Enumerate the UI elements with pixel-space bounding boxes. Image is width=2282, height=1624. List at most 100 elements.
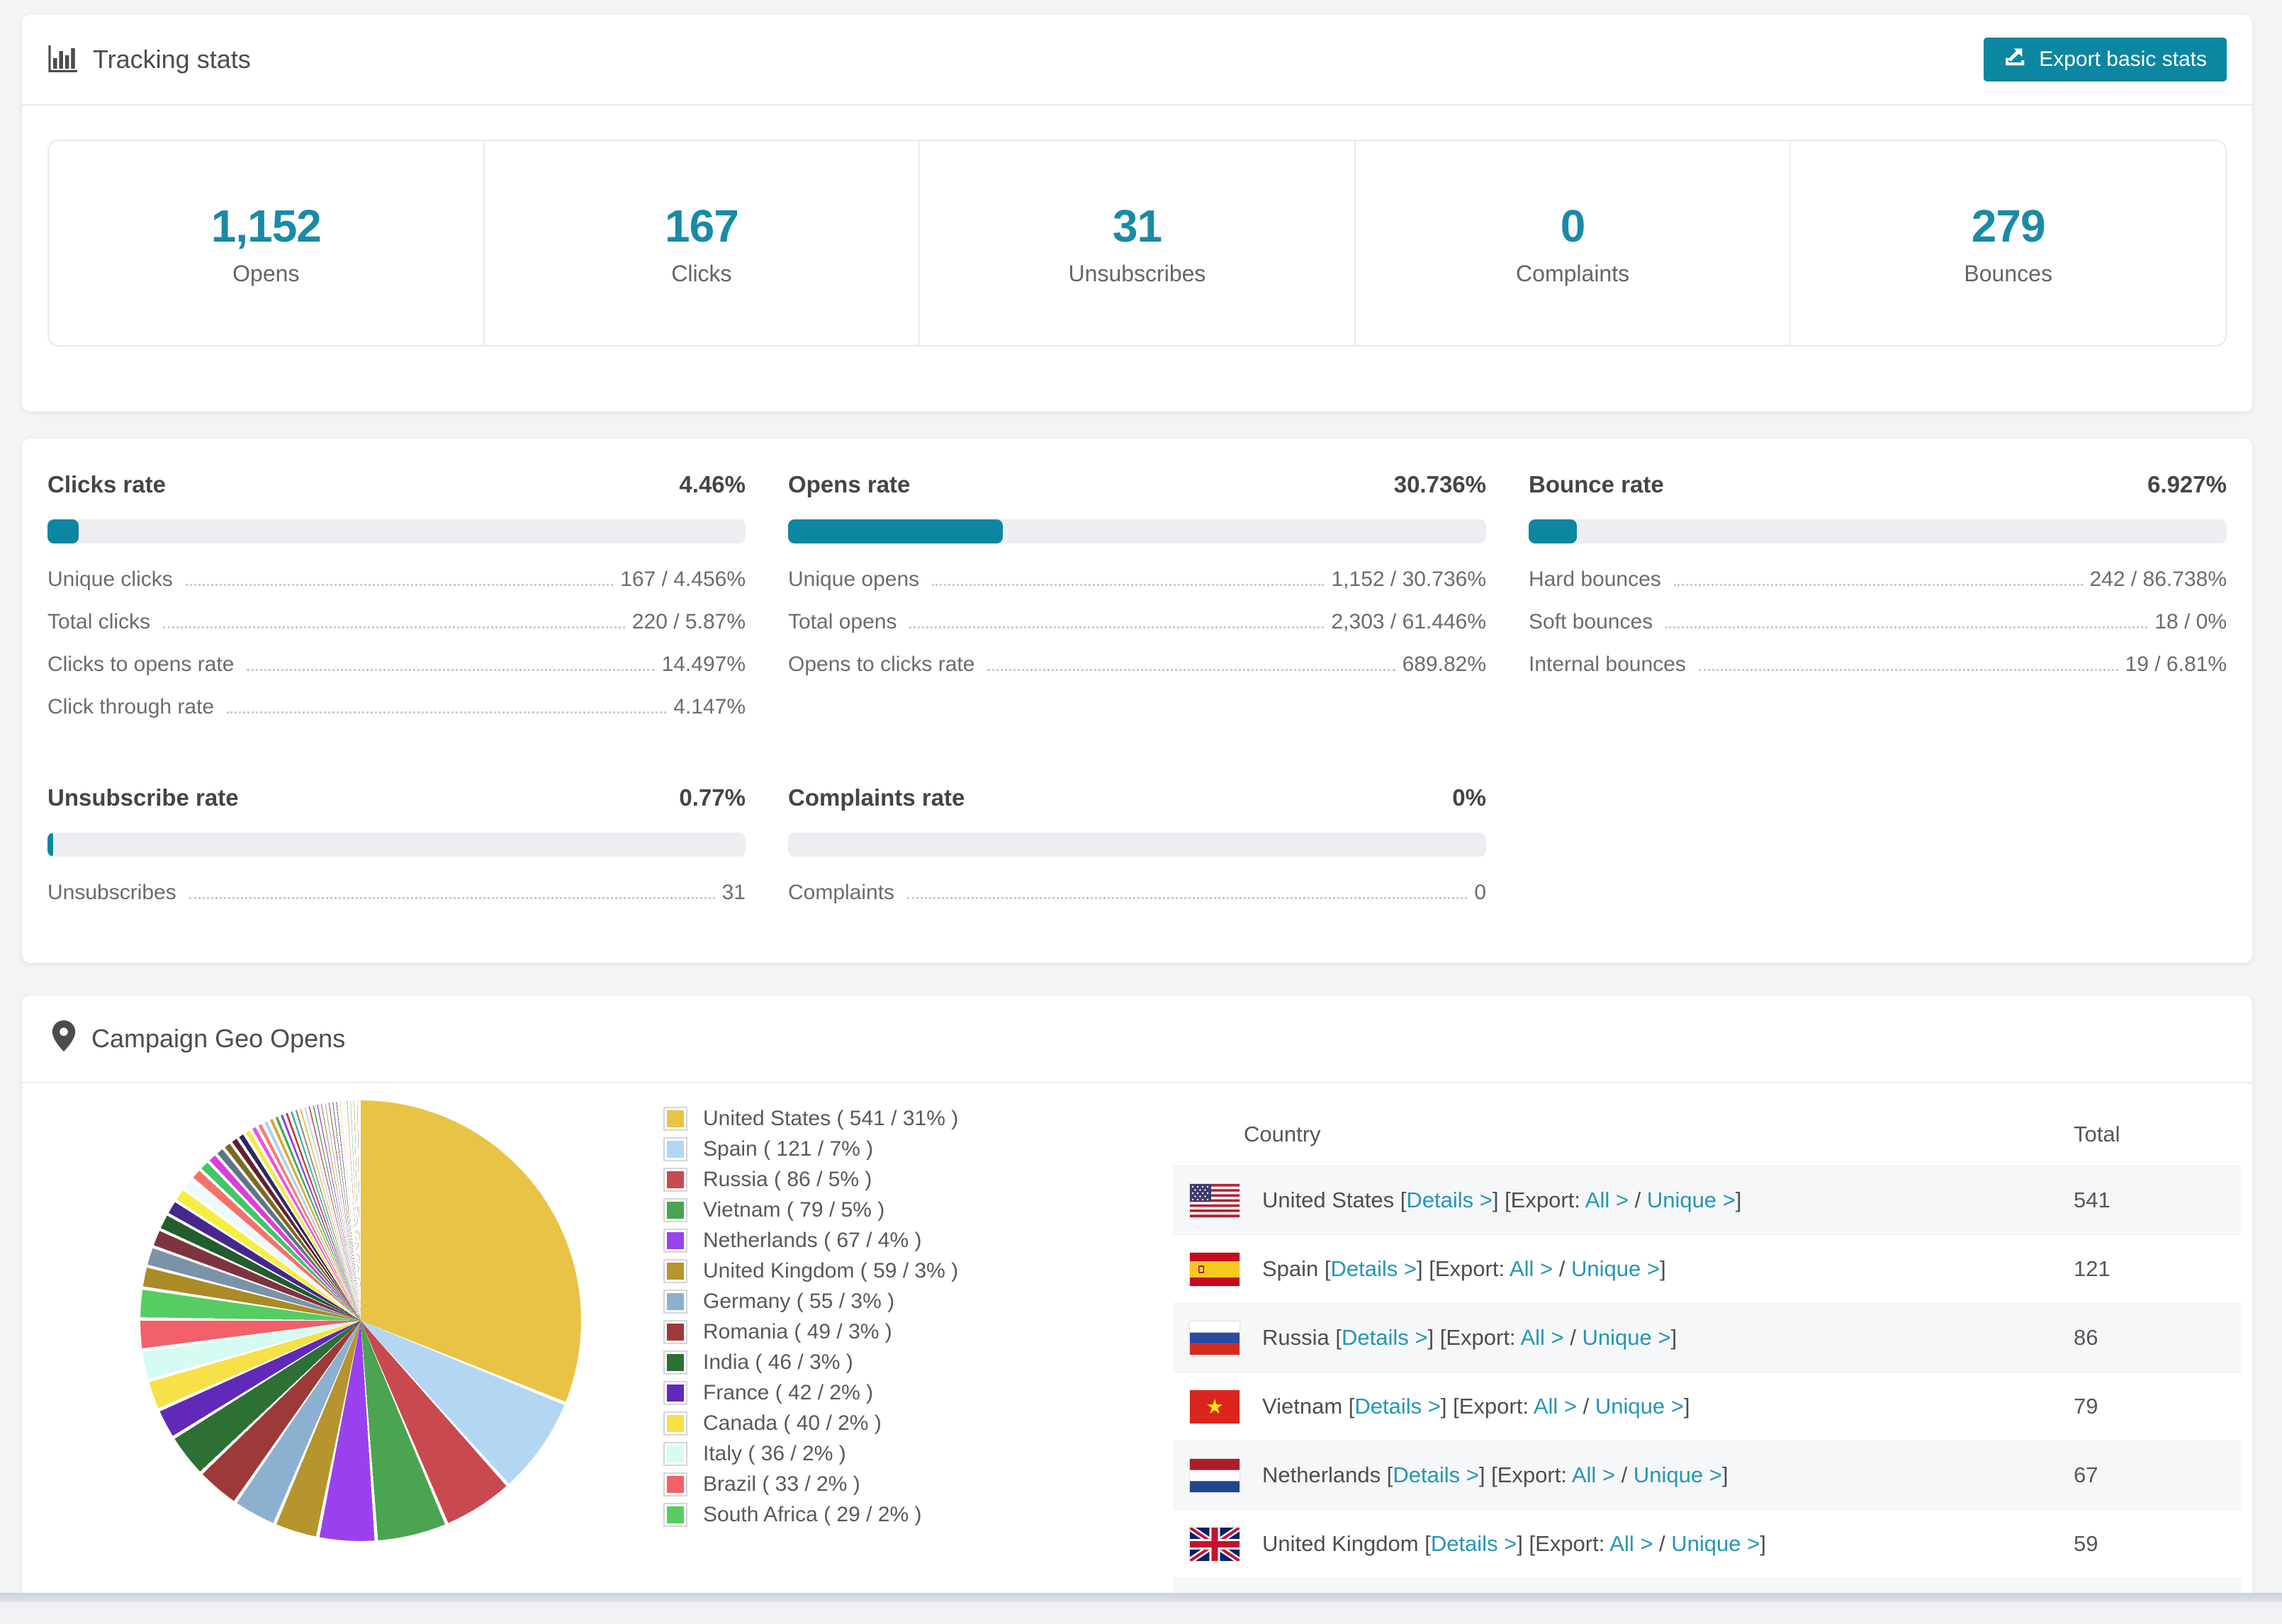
- export-label: [Export:: [1453, 1394, 1534, 1419]
- export-all-link[interactable]: All >: [1534, 1394, 1577, 1419]
- summary-cell-bounces: 279 Bounces: [1791, 141, 2225, 345]
- rate-progress-fill: [47, 519, 79, 543]
- export-unique-link[interactable]: Unique >: [1671, 1531, 1760, 1556]
- rate-value: 30.736%: [1393, 471, 1486, 497]
- legend-item: Spain ( 121 / 7% ): [663, 1134, 958, 1164]
- dotted-leader: [189, 897, 715, 899]
- rate-stat-row: Total clicks 220 / 5.87%: [47, 610, 746, 653]
- country-cell: Russia [Details >] [Export: All > / Uniq…: [1190, 1321, 2064, 1355]
- legend-label: France ( 42 / 2% ): [703, 1380, 874, 1404]
- details-link[interactable]: Details >: [1331, 1256, 1417, 1281]
- flag-vn-icon: [1190, 1389, 1240, 1423]
- rate-block-opens-rate: Opens rate 30.736% Unique opens 1,152 / 30.…: [788, 471, 1486, 738]
- summary-value: 279: [1971, 200, 2046, 252]
- rate-stat-row: Opens to clicks rate 689.82%: [788, 653, 1486, 695]
- dotted-leader: [909, 626, 1325, 628]
- legend-item: India ( 46 / 3% ): [663, 1347, 958, 1377]
- details-link[interactable]: Details >: [1354, 1394, 1440, 1419]
- total-column-header: Total: [2074, 1122, 2120, 1146]
- rate-progress-bar: [47, 519, 746, 543]
- export-unique-link[interactable]: Unique >: [1634, 1462, 1722, 1487]
- legend-label: India ( 46 / 3% ): [703, 1350, 853, 1374]
- legend-label: Romania ( 49 / 3% ): [703, 1319, 892, 1343]
- total-cell: 79: [2074, 1394, 2098, 1419]
- details-link[interactable]: Details >: [1393, 1462, 1478, 1487]
- geo-opens-table: Country Total United States [Details >] …: [1173, 1103, 2241, 1603]
- bracket: ]: [1478, 1462, 1492, 1487]
- rate-stat-label: Hard bounces: [1529, 568, 1661, 591]
- bracket: ]: [1683, 1394, 1690, 1419]
- rate-progress-fill: [47, 833, 53, 857]
- export-all-link[interactable]: All >: [1585, 1188, 1629, 1212]
- rate-stat-row: Internal bounces 19 / 6.81%: [1529, 653, 2227, 695]
- rate-block-clicks-rate: Clicks rate 4.46% Unique clicks 167 / 4.456…: [47, 471, 746, 738]
- summary-cell-opens: 1,152 Opens: [49, 141, 485, 345]
- country-links: United States [Details >] [Export: All >…: [1262, 1188, 1741, 1213]
- total-cell: 121: [2074, 1256, 2110, 1281]
- bracket: ]: [1760, 1531, 1766, 1556]
- geo-table-row: Spain [Details >] [Export: All > / Uniqu…: [1173, 1234, 2241, 1303]
- rate-stat-value: 14.497%: [661, 653, 746, 676]
- rate-title: Complaints rate: [788, 784, 965, 811]
- legend-label: Brazil ( 33 / 2% ): [703, 1472, 860, 1496]
- export-icon: [2003, 45, 2028, 74]
- legend-label: Russia ( 86 / 5% ): [703, 1167, 872, 1191]
- rate-stat-row: Complaints 0: [788, 881, 1486, 923]
- map-pin-icon: [52, 1020, 76, 1058]
- export-unique-link[interactable]: Unique >: [1595, 1394, 1684, 1419]
- rate-progress-bar: [788, 833, 1486, 857]
- export-all-link[interactable]: All >: [1520, 1325, 1563, 1350]
- export-all-link[interactable]: All >: [1510, 1256, 1553, 1281]
- details-link[interactable]: Details >: [1431, 1531, 1517, 1556]
- summary-label: Clicks: [671, 260, 732, 286]
- country-name: Spain: [1262, 1256, 1325, 1281]
- geo-opens-pie-chart: [140, 1100, 581, 1541]
- rate-progress-fill: [788, 519, 1003, 543]
- export-basic-stats-button[interactable]: Export basic stats: [1984, 38, 2227, 81]
- tracking-stats-card: Tracking stats Export basic stats 1,152 O…: [22, 15, 2252, 412]
- legend-swatch-icon: [663, 1106, 687, 1131]
- rate-stat-row: Unsubscribes 31: [47, 881, 746, 923]
- rate-title: Clicks rate: [47, 471, 166, 497]
- country-name: United States: [1262, 1188, 1400, 1212]
- country-links: Spain [Details >] [Export: All > / Uniqu…: [1262, 1256, 1666, 1282]
- legend-item: France ( 42 / 2% ): [663, 1377, 958, 1408]
- summary-cell-clicks: 167 Clicks: [485, 141, 921, 345]
- rate-stat-value: 0: [1474, 881, 1486, 904]
- country-links: United Kingdom [Details >] [Export: All …: [1262, 1531, 1766, 1557]
- flag-us-icon: [1190, 1183, 1240, 1217]
- dotted-leader: [227, 711, 667, 714]
- legend-swatch-icon: [663, 1411, 687, 1436]
- export-all-link[interactable]: All >: [1609, 1531, 1653, 1556]
- rates-grid: Clicks rate 4.46% Unique clicks 167 / 4.456…: [47, 471, 2227, 923]
- bracket: ]: [1735, 1188, 1742, 1212]
- rate-value: 4.46%: [679, 471, 746, 497]
- bracket: ]: [1417, 1256, 1429, 1281]
- rate-stat-value: 167 / 4.456%: [620, 568, 746, 591]
- export-unique-link[interactable]: Unique >: [1571, 1256, 1660, 1281]
- export-unique-link[interactable]: Unique >: [1582, 1325, 1670, 1350]
- dotted-leader: [1698, 669, 2118, 671]
- bracket: ]: [1492, 1188, 1505, 1212]
- legend-swatch-icon: [663, 1137, 687, 1161]
- flag-gb-icon: [1190, 1527, 1240, 1561]
- details-link[interactable]: Details >: [1342, 1325, 1427, 1350]
- country-cell: Vietnam [Details >] [Export: All > / Uni…: [1190, 1389, 2064, 1423]
- bracket: ]: [1440, 1394, 1454, 1419]
- bracket: [: [1324, 1256, 1331, 1281]
- total-cell: 67: [2074, 1462, 2098, 1487]
- summary-value: 167: [665, 200, 739, 252]
- rate-block-unsubscribe-rate: Unsubscribe rate 0.77% Unsubscribes 31: [47, 784, 746, 923]
- export-label: [Export:: [1429, 1256, 1510, 1281]
- export-unique-link[interactable]: Unique >: [1647, 1188, 1736, 1212]
- geo-table-row: Netherlands [Details >] [Export: All > /…: [1173, 1440, 2241, 1509]
- export-all-link[interactable]: All >: [1572, 1462, 1615, 1487]
- rate-stat-label: Clicks to opens rate: [47, 653, 235, 676]
- geo-table-row: United Kingdom [Details >] [Export: All …: [1173, 1509, 2241, 1578]
- legend-swatch-icon: [663, 1228, 687, 1253]
- legend-label: Canada ( 40 / 2% ): [703, 1411, 882, 1435]
- rate-stat-value: 4.147%: [673, 695, 746, 718]
- details-link[interactable]: Details >: [1406, 1188, 1492, 1212]
- dotted-leader: [185, 584, 614, 586]
- rate-stat-value: 242 / 86.738%: [2089, 568, 2227, 591]
